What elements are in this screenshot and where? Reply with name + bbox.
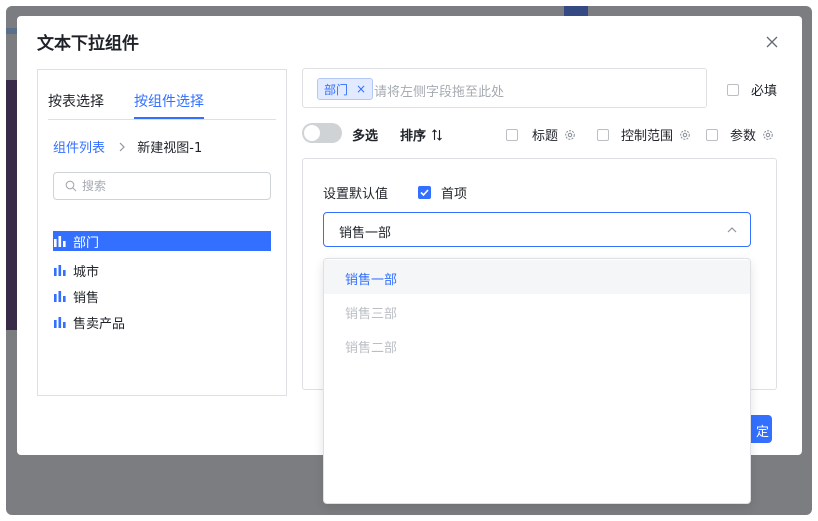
multi-select-toggle[interactable] [302, 123, 342, 143]
dropdown-option[interactable]: 销售一部 [324, 260, 750, 294]
params-checkbox[interactable] [706, 128, 718, 141]
breadcrumb-current: 新建视图-1 [137, 141, 203, 156]
field-drop-zone[interactable]: 部门 × 请将左侧字段拖至此处 [302, 68, 707, 108]
first-option-checkbox[interactable] [418, 186, 431, 199]
field-item-city[interactable]: 城市 [53, 257, 271, 283]
search-input[interactable] [82, 177, 262, 195]
bar-chart-icon [54, 236, 66, 247]
field-item-label: 销售 [73, 290, 100, 306]
dropdown-option-label: 销售三部 [345, 307, 398, 322]
control-range-label: 控制范围 [621, 129, 674, 144]
bar-chart-icon [54, 317, 66, 328]
default-value-dropdown: 销售一部 销售三部 销售二部 [323, 258, 751, 504]
sort-button[interactable]: 排序 [400, 125, 443, 144]
gear-icon[interactable] [762, 129, 774, 141]
breadcrumb: 组件列表 新建视图-1 [53, 137, 202, 156]
source-tabs: 按表选择 按组件选择 [48, 70, 276, 120]
select-value: 销售一部 [339, 226, 392, 241]
close-icon[interactable] [765, 35, 779, 49]
breadcrumb-component-list[interactable]: 组件列表 [53, 141, 105, 156]
dropdown-option-label: 销售一部 [345, 273, 398, 288]
title-label: 标题 [532, 129, 559, 144]
control-range-option: 控制范围 [597, 125, 691, 144]
tab-by-table[interactable]: 按表选择 [48, 91, 104, 111]
field-search[interactable] [53, 172, 271, 200]
field-item-sales[interactable]: 销售 [53, 283, 271, 309]
gear-icon[interactable] [564, 129, 576, 141]
tag-close-icon[interactable]: × [356, 82, 366, 96]
confirm-button-label: 定 [755, 425, 769, 440]
gear-icon[interactable] [679, 129, 691, 141]
field-tag-label: 部门 [324, 82, 349, 97]
title-option: 标题 [506, 125, 576, 144]
active-tab-indicator [134, 117, 204, 119]
required-label: 必填 [751, 84, 778, 99]
default-value-label: 设置默认值 [323, 187, 389, 202]
field-list: 部门 城市 销售 售卖产品 [53, 231, 271, 335]
drop-zone-placeholder: 请将左侧字段拖至此处 [374, 85, 505, 100]
field-source-panel: 按表选择 按组件选择 组件列表 新建视图-1 搜索 部门 城市 销售 售卖产品 [37, 69, 287, 396]
dropdown-option[interactable]: 销售三部 [324, 294, 750, 328]
sort-icon [432, 128, 442, 141]
first-option-label: 首项 [441, 187, 468, 202]
search-icon [65, 180, 77, 192]
params-label: 参数 [730, 129, 757, 144]
field-item-label: 城市 [73, 264, 100, 280]
field-item-product[interactable]: 售卖产品 [53, 309, 271, 335]
chevron-up-icon [727, 227, 737, 233]
bar-chart-icon [54, 265, 66, 276]
default-value-select[interactable]: 销售一部 [323, 212, 751, 247]
field-item-department[interactable]: 部门 [53, 231, 271, 251]
params-option: 参数 [706, 125, 774, 144]
field-item-label: 部门 [73, 235, 100, 251]
first-option: 首项 [418, 183, 467, 202]
sort-label: 排序 [400, 129, 427, 144]
field-item-label: 售卖产品 [73, 316, 126, 332]
dialog-title: 文本下拉组件 [37, 34, 139, 54]
required-option: 必填 [727, 80, 777, 99]
required-checkbox[interactable] [727, 83, 739, 96]
chevron-right-icon [119, 142, 126, 152]
toggle-knob [304, 125, 320, 141]
control-range-checkbox[interactable] [597, 128, 609, 141]
title-checkbox[interactable] [506, 128, 518, 141]
bar-chart-icon [54, 291, 66, 302]
check-icon [420, 189, 429, 197]
dropdown-option[interactable]: 销售二部 [324, 328, 750, 362]
field-tag: 部门 × [317, 78, 374, 100]
tab-by-component[interactable]: 按组件选择 [134, 91, 204, 111]
multi-select-label: 多选 [352, 129, 379, 144]
dropdown-option-label: 销售二部 [345, 341, 398, 356]
